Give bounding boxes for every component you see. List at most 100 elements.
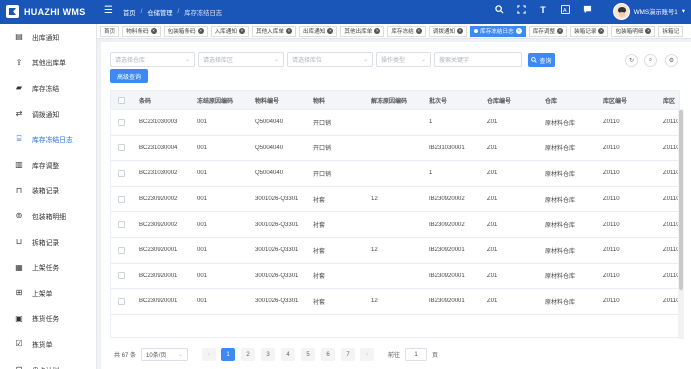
- row-checkbox[interactable]: [118, 272, 125, 280]
- close-icon[interactable]: ×: [285, 28, 292, 34]
- tab[interactable]: 装箱记录 ×: [570, 25, 609, 37]
- close-icon[interactable]: ×: [515, 28, 522, 34]
- advanced-search-button[interactable]: 高级查询: [110, 69, 148, 83]
- row-checkbox[interactable]: [118, 118, 125, 126]
- column-header[interactable]: 物料编号: [255, 96, 313, 105]
- tab[interactable]: 入库通知 ×: [210, 25, 249, 37]
- translate-icon[interactable]: A: [559, 5, 571, 16]
- sidebar-item[interactable]: ▥ 库存调整: [0, 152, 96, 178]
- close-icon[interactable]: ×: [327, 28, 334, 34]
- close-icon[interactable]: ×: [457, 28, 464, 34]
- sidebar-item[interactable]: ⊟ 盘点计划: [0, 357, 96, 369]
- prev-page-button[interactable]: ‹: [202, 348, 217, 361]
- warehouse-select[interactable]: 请选择仓库 ⌄: [110, 52, 195, 67]
- row-checkbox[interactable]: [118, 96, 125, 104]
- close-icon[interactable]: ×: [645, 28, 652, 34]
- row-checkbox[interactable]: [118, 195, 125, 203]
- search-icon[interactable]: [493, 5, 505, 16]
- row-checkbox[interactable]: [118, 221, 125, 229]
- tab[interactable]: 物料条码 ×: [122, 25, 161, 37]
- sidebar-item[interactable]: ▤ 出库通知: [0, 24, 96, 50]
- table-row: BC230920001 001 3001026-Q3301 衬套 12 IB2309200…: [111, 237, 679, 264]
- table-cell: BC231030004: [139, 144, 178, 151]
- goto-page-input[interactable]: 1: [405, 348, 428, 361]
- close-icon[interactable]: ×: [197, 28, 204, 34]
- column-header[interactable]: 解冻原因编码: [371, 96, 429, 105]
- area-select[interactable]: 请选择库区 ⌄: [198, 52, 284, 67]
- column-header[interactable]: 物料: [313, 96, 371, 105]
- message-icon[interactable]: [581, 5, 593, 16]
- page-button[interactable]: 2: [241, 348, 256, 361]
- log-icon: ⌸: [16, 134, 22, 144]
- close-icon[interactable]: ×: [598, 28, 605, 34]
- row-checkbox[interactable]: [118, 144, 125, 152]
- close-icon[interactable]: ×: [150, 28, 157, 34]
- page-button[interactable]: 1: [221, 348, 236, 361]
- page-button[interactable]: 4: [281, 348, 296, 361]
- column-header[interactable]: 冻结原因编码: [197, 96, 255, 105]
- close-icon[interactable]: ×: [557, 28, 564, 34]
- search-button[interactable]: 查询: [528, 53, 555, 67]
- user-menu[interactable]: WMS演示账号1 ▾: [612, 3, 685, 20]
- page-button[interactable]: 6: [321, 348, 336, 361]
- sidebar-item[interactable]: ▦ 上架任务: [0, 254, 96, 280]
- page-size-select[interactable]: 10条/页 ⌄: [141, 348, 189, 361]
- chevron-down-icon: ⌄: [184, 57, 190, 63]
- keyword-input[interactable]: 搜索关键字: [434, 52, 522, 67]
- column-header[interactable]: 批次号: [429, 96, 487, 105]
- avatar[interactable]: [612, 3, 630, 20]
- page-button[interactable]: 5: [301, 348, 316, 361]
- tab[interactable]: 其他入库单 ×: [251, 25, 296, 37]
- row-checkbox[interactable]: [118, 169, 125, 177]
- sidebar-item[interactable]: ⊓ 装箱记录: [0, 178, 96, 204]
- tab[interactable]: 其他出库单 ×: [340, 25, 385, 37]
- tab[interactable]: 库存冻结 ×: [387, 25, 426, 37]
- column-header[interactable]: 库区: [663, 96, 679, 105]
- tab[interactable]: 出库通知 ×: [298, 25, 338, 37]
- tab[interactable]: 库存调整 ×: [528, 25, 568, 37]
- sidebar-item[interactable]: ▰ 库存冻结: [0, 75, 96, 101]
- column-header[interactable]: 仓库: [545, 96, 603, 105]
- tab[interactable]: 包装箱明细 ×: [611, 25, 656, 37]
- tab[interactable]: 调拨通知 ×: [428, 25, 468, 37]
- menu-toggle-icon[interactable]: ☰: [104, 6, 113, 16]
- table-row: BC231030002 001 Q5004040 开口销 1 Z01 原材料仓库 Z0110 Z…: [111, 161, 679, 187]
- close-icon[interactable]: ×: [374, 28, 381, 34]
- tab[interactable]: 包装箱条码 ×: [163, 25, 208, 37]
- refresh-icon[interactable]: ↻: [625, 54, 638, 67]
- close-icon[interactable]: ×: [238, 28, 245, 34]
- op-type-select[interactable]: 操作类型 ⌄: [376, 52, 431, 67]
- page-button[interactable]: 7: [341, 348, 356, 361]
- row-checkbox[interactable]: [118, 297, 125, 305]
- row-checkbox[interactable]: [118, 246, 125, 254]
- sidebar-item[interactable]: ⊞ 上架单: [0, 280, 96, 306]
- settings-icon[interactable]: ⚙: [665, 54, 678, 67]
- vertical-scrollbar[interactable]: [678, 109, 684, 339]
- close-icon[interactable]: ×: [415, 28, 422, 34]
- fullscreen-icon[interactable]: [515, 5, 527, 16]
- column-header[interactable]: 库区编号: [603, 96, 663, 105]
- sidebar-item[interactable]: ⇄ 调拨通知: [0, 101, 96, 127]
- sidebar-item[interactable]: ⇪ 其他出库单: [0, 50, 96, 76]
- page-button[interactable]: 3: [261, 348, 276, 361]
- sidebar-item[interactable]: ⊚ 包装箱明细: [0, 203, 96, 229]
- column-header[interactable]: 仓库编号: [487, 96, 545, 105]
- tab-label: 其他入库单: [255, 29, 284, 35]
- breadcrumb-home[interactable]: 首页: [123, 8, 136, 17]
- tab[interactable]: 库存冻结日志 ×: [470, 25, 526, 37]
- search-toggle-icon[interactable]: ⌕: [644, 54, 657, 67]
- scrollbar-thumb[interactable]: [679, 110, 683, 290]
- sidebar-item[interactable]: ▣ 拣货任务: [0, 306, 96, 332]
- sidebar-item[interactable]: ⌸ 库存冻结日志: [0, 126, 96, 152]
- chevron-down-icon[interactable]: ▾: [682, 8, 685, 15]
- sidebar-item[interactable]: ⊔ 拆箱记录: [0, 229, 96, 255]
- breadcrumb-parent[interactable]: 仓储管理: [147, 8, 172, 17]
- tab[interactable]: 拆箱记: [658, 25, 684, 37]
- next-page-button[interactable]: ›: [360, 348, 375, 361]
- sidebar-item[interactable]: ☑ 拣货单: [0, 331, 96, 357]
- location-select[interactable]: 请选择库位 ⌄: [287, 52, 373, 67]
- font-size-icon[interactable]: T: [537, 5, 549, 16]
- column-header[interactable]: 条码: [139, 96, 197, 105]
- user-name[interactable]: WMS演示账号1: [634, 7, 678, 16]
- tab[interactable]: 首页: [100, 25, 120, 37]
